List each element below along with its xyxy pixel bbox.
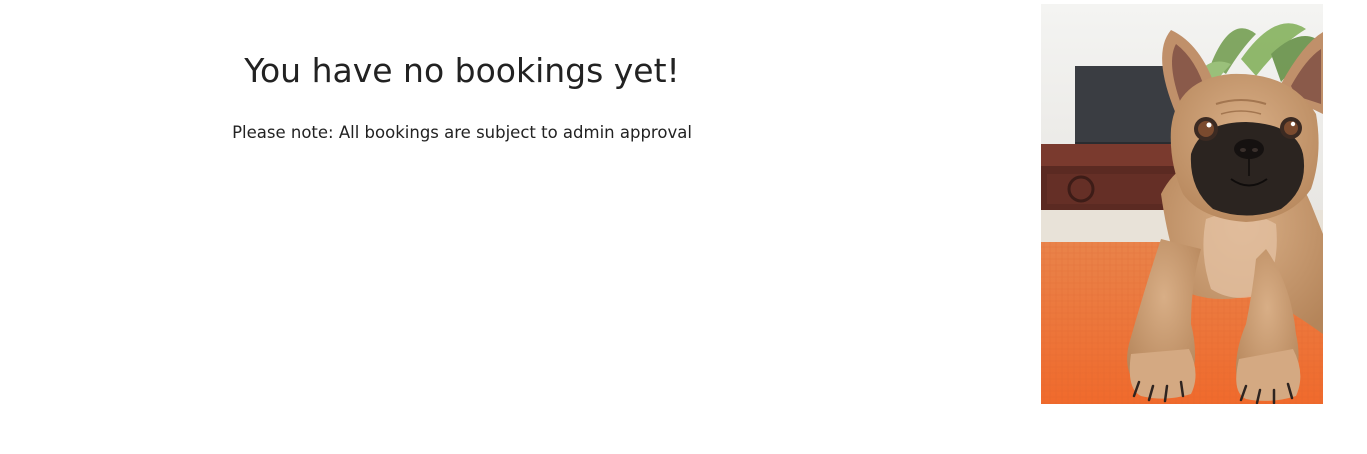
page-title: You have no bookings yet! bbox=[244, 51, 680, 90]
bookings-empty-state: You have no bookings yet! Please note: A… bbox=[0, 0, 924, 454]
dog-photo bbox=[1041, 4, 1323, 404]
approval-note: Please note: All bookings are subject to… bbox=[232, 123, 692, 142]
french-bulldog-illustration bbox=[1041, 4, 1323, 404]
cabinet-top bbox=[1041, 144, 1191, 166]
